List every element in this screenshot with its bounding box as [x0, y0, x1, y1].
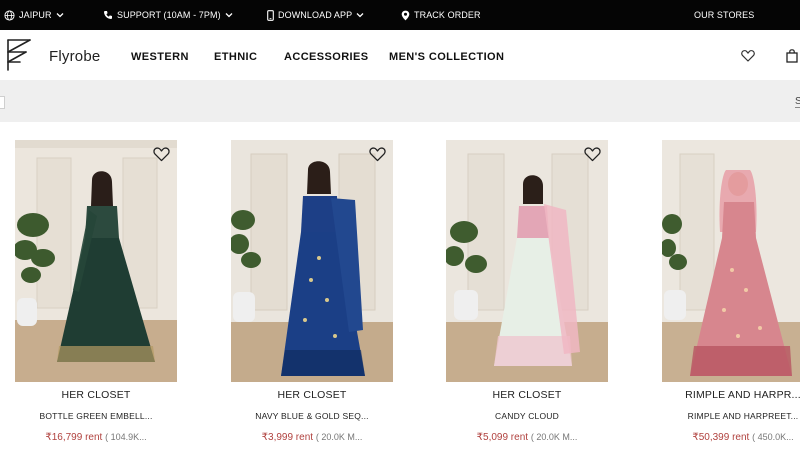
wishlist-heart-icon[interactable] [741, 50, 755, 62]
product-image[interactable] [662, 140, 800, 382]
view-count: ( 20.0K M... [315, 432, 363, 442]
chevron-down-icon [56, 13, 64, 18]
chevron-down-icon [225, 13, 233, 18]
product-price: ₹3,999 rent ( 20.0K M... [231, 432, 393, 443]
wishlist-heart-icon[interactable] [153, 147, 170, 162]
support-menu[interactable]: SUPPORT (10AM - 7PM) [103, 0, 233, 30]
product-name[interactable]: RIMPLE AND HARPREET... [662, 411, 800, 421]
our-stores-link[interactable]: OUR STORES [694, 0, 754, 30]
view-count: ( 104.9K... [105, 432, 147, 442]
flyrobe-logo-icon[interactable] [6, 38, 32, 72]
top-utility-bar: JAIPUR SUPPORT (10AM - 7PM) DOWNLOAD APP… [0, 0, 800, 30]
track-order-label: TRACK ORDER [414, 10, 481, 20]
nav-western[interactable]: WESTERN [131, 51, 189, 63]
brand-name[interactable]: Flyrobe [49, 48, 100, 65]
product-brand: RIMPLE AND HARPR... [685, 389, 800, 401]
nav-ethnic[interactable]: ETHNIC [214, 51, 257, 63]
filter-toggle[interactable] [0, 96, 5, 109]
rent-price: ₹50,399 rent [692, 432, 750, 443]
product-brand: HER CLOSET [492, 389, 562, 401]
nav-accessories[interactable]: ACCESSORIES [284, 51, 368, 63]
product-name[interactable]: NAVY BLUE & GOLD SEQ... [231, 411, 393, 421]
location-selector[interactable]: JAIPUR [4, 0, 64, 30]
support-label: SUPPORT (10AM - 7PM) [117, 10, 221, 20]
mobile-phone-icon [267, 9, 274, 21]
phone-icon [104, 11, 112, 19]
rent-price: ₹5,099 rent [476, 432, 529, 443]
globe-icon [4, 9, 15, 21]
product-brand: HER CLOSET [61, 389, 131, 401]
nav-mens-collection[interactable]: MEN'S COLLECTION [389, 51, 504, 63]
sort-label[interactable]: S [795, 96, 800, 108]
product-image[interactable] [231, 140, 393, 382]
track-order-link[interactable]: TRACK ORDER [401, 0, 481, 30]
view-count: ( 20.0K M... [530, 432, 578, 442]
view-count: ( 450.0K... [752, 432, 794, 442]
rent-price: ₹3,999 rent [261, 432, 314, 443]
download-app-label: DOWNLOAD APP [278, 10, 353, 20]
product-brand: HER CLOSET [277, 389, 347, 401]
product-price: ₹5,099 rent ( 20.0K M... [446, 432, 608, 443]
wishlist-heart-icon[interactable] [584, 147, 601, 162]
product-price: ₹16,799 rent ( 104.9K... [15, 432, 177, 443]
map-pin-icon [401, 10, 410, 20]
our-stores-label: OUR STORES [694, 10, 755, 20]
shopping-bag-icon[interactable] [786, 49, 798, 63]
product-name[interactable]: CANDY CLOUD [446, 411, 608, 421]
product-image[interactable] [15, 140, 177, 382]
product-price: ₹50,399 rent ( 450.0K... [662, 432, 800, 443]
chevron-down-icon [356, 13, 364, 18]
filter-bar [0, 80, 800, 122]
product-image[interactable] [446, 140, 608, 382]
download-app-menu[interactable]: DOWNLOAD APP [267, 0, 364, 30]
wishlist-heart-icon[interactable] [369, 147, 386, 162]
product-name[interactable]: BOTTLE GREEN EMBELL... [15, 411, 177, 421]
rent-price: ₹16,799 rent [45, 432, 103, 443]
location-label: JAIPUR [19, 10, 52, 20]
